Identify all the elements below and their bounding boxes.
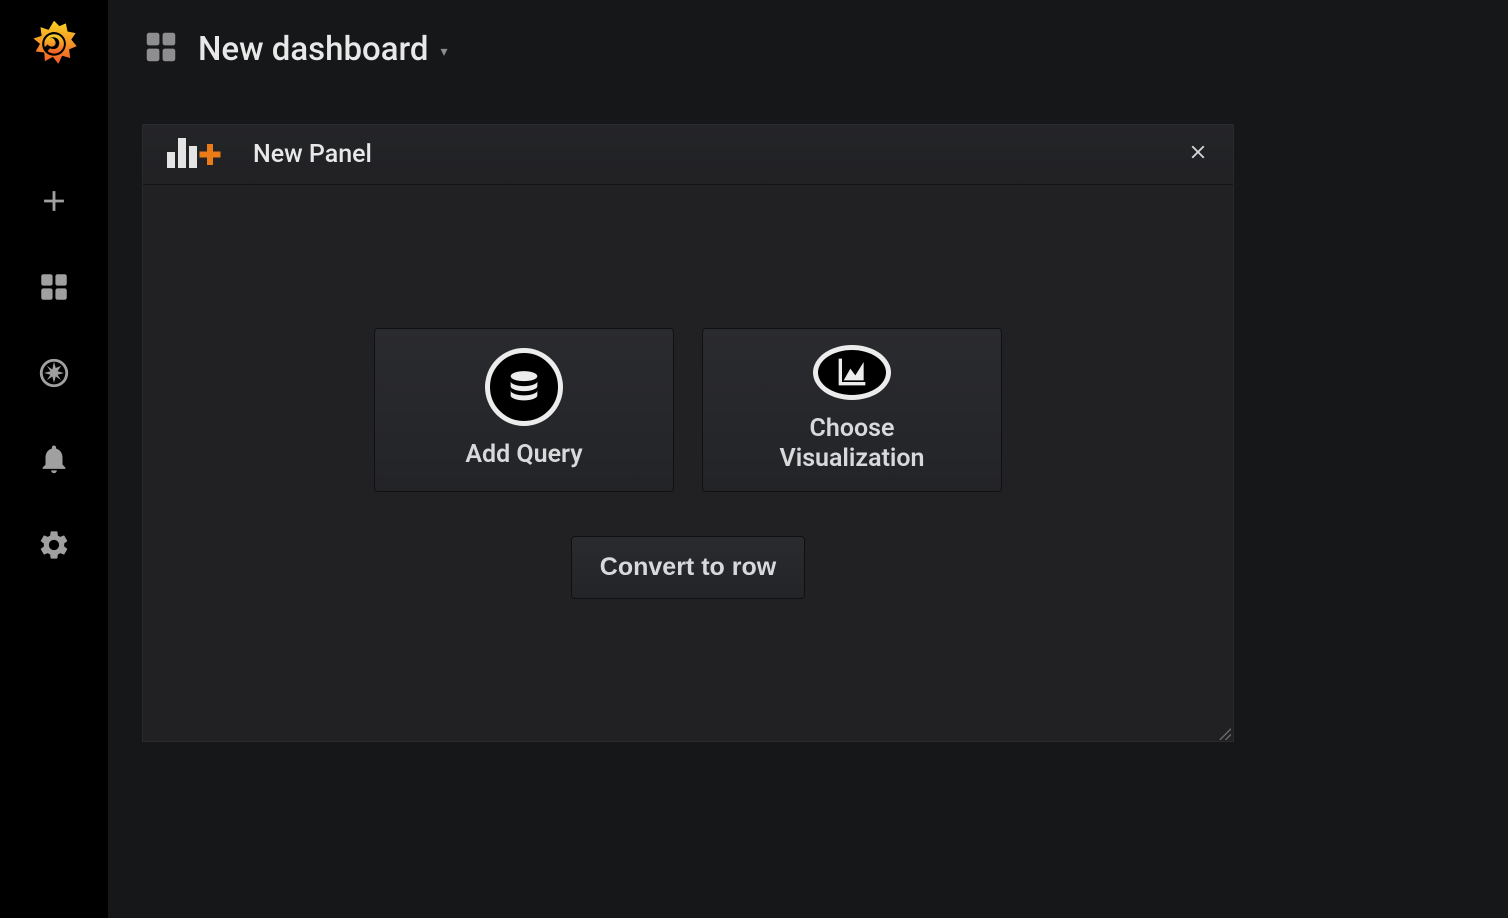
compass-icon [37,356,71,390]
sidebar-item-create[interactable] [35,182,73,220]
plus-icon [37,184,71,218]
sidebar-item-explore[interactable] [35,354,73,392]
choose-visualization-label: Choose Visualization [779,414,924,475]
database-icon [485,348,563,426]
sidebar-nav [35,182,73,564]
add-query-label: Add Query [465,440,582,471]
grafana-logo-icon [27,18,81,72]
dashboard-title-text: New dashboard [198,30,429,69]
dashboard-title-dropdown[interactable]: New dashboard ▾ [198,30,448,69]
panel-close-button[interactable] [1187,141,1209,169]
panel-header: New Panel [143,125,1233,185]
sidebar-item-configuration[interactable] [35,526,73,564]
new-panel: New Panel Add Query [142,124,1234,742]
panel-resize-handle[interactable] [1217,725,1231,739]
main-area: New dashboard ▾ New Panel [108,0,1508,918]
grafana-logo[interactable] [27,18,81,72]
dashboard-grid-icon [142,28,180,70]
add-panel-icon [167,138,225,172]
panel-action-row: Add Query Choose Visualization [374,328,1002,492]
choose-visualization-button[interactable]: Choose Visualization [702,328,1002,492]
bell-icon [37,442,71,476]
panel-title: New Panel [253,140,372,169]
dashboard-header: New dashboard ▾ [108,0,1508,90]
chart-icon [813,345,891,400]
gear-icon [37,528,71,562]
panel-body: Add Query Choose Visualization Convert t… [143,185,1233,741]
add-query-button[interactable]: Add Query [374,328,674,492]
convert-to-row-label: Convert to row [600,553,776,581]
resize-icon [1217,726,1231,740]
sidebar-item-alerting[interactable] [35,440,73,478]
sidebar-item-dashboards[interactable] [35,268,73,306]
chevron-down-icon: ▾ [441,44,448,60]
sidebar [0,0,108,918]
convert-to-row-button[interactable]: Convert to row [571,536,805,599]
dashboard-icon [37,270,71,304]
close-icon [1187,141,1209,163]
panel-header-left: New Panel [167,138,372,172]
